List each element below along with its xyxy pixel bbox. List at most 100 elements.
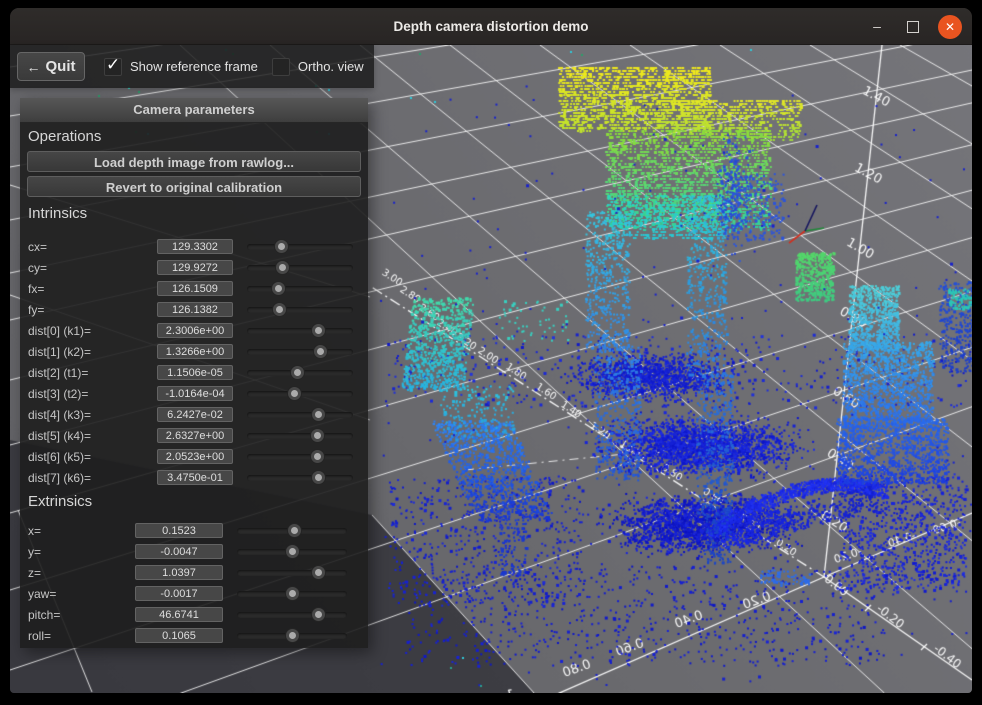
slider-knob[interactable]	[312, 471, 325, 484]
minimize-button[interactable]: –	[866, 16, 888, 38]
show-reference-frame-checkbox[interactable]	[104, 58, 122, 76]
param-slider[interactable]	[247, 282, 353, 295]
param-slider[interactable]	[247, 408, 353, 421]
param-value-input[interactable]: -0.0047	[135, 544, 223, 559]
slider-knob[interactable]	[312, 566, 325, 579]
param-row-z: z=1.0397	[20, 562, 368, 583]
param-slider[interactable]	[247, 303, 353, 316]
param-value-input[interactable]: 1.1506e-05	[157, 365, 233, 380]
param-slider[interactable]	[237, 608, 347, 621]
slider-track[interactable]	[247, 412, 353, 418]
slider-track[interactable]	[247, 286, 353, 292]
param-slider[interactable]	[247, 366, 353, 379]
section-intrinsics: Intrinsics	[20, 200, 368, 224]
param-slider[interactable]	[237, 524, 347, 537]
slider-track[interactable]	[247, 307, 353, 313]
param-value-input[interactable]: 1.0397	[135, 565, 223, 580]
slider-track[interactable]	[247, 265, 353, 271]
param-value-input[interactable]: 2.6327e+00	[157, 428, 233, 443]
slider-track[interactable]	[247, 328, 353, 334]
param-value-input[interactable]: 129.9272	[157, 260, 233, 275]
slider-knob[interactable]	[291, 366, 304, 379]
param-row-dist0k1: dist[0] (k1)=2.3006e+00	[20, 320, 368, 341]
param-value-input[interactable]: 2.0523e+00	[157, 449, 233, 464]
slider-track[interactable]	[237, 570, 347, 576]
slider-track[interactable]	[247, 244, 353, 250]
slider-knob[interactable]	[311, 429, 324, 442]
param-label: dist[7] (k6)=	[28, 471, 157, 485]
param-slider[interactable]	[237, 545, 347, 558]
param-row-cx: cx=129.3302	[20, 236, 368, 257]
param-slider[interactable]	[247, 240, 353, 253]
param-row-dist7k6: dist[7] (k6)=3.4750e-01	[20, 467, 368, 488]
ortho-view-checkbox[interactable]	[272, 58, 290, 76]
slider-knob[interactable]	[311, 450, 324, 463]
slider-track[interactable]	[237, 612, 347, 618]
param-slider[interactable]	[237, 629, 347, 642]
slider-knob[interactable]	[312, 608, 325, 621]
window-controls: – ✕	[866, 8, 962, 45]
param-row-fy: fy=126.1382	[20, 299, 368, 320]
param-slider[interactable]	[247, 324, 353, 337]
operations-buttons: Load depth image from rawlog... Revert to…	[20, 151, 368, 197]
maximize-button[interactable]	[902, 16, 924, 38]
param-row-dist5k4: dist[5] (k4)=2.6327e+00	[20, 425, 368, 446]
slider-knob[interactable]	[312, 324, 325, 337]
param-slider[interactable]	[247, 387, 353, 400]
param-value-input[interactable]: 1.3266e+00	[157, 344, 233, 359]
param-value-input[interactable]: 2.3006e+00	[157, 323, 233, 338]
slider-knob[interactable]	[314, 345, 327, 358]
ortho-view-label: Ortho. view	[298, 59, 364, 74]
param-row-y: y=-0.0047	[20, 541, 368, 562]
panel-title[interactable]: Camera parameters	[20, 98, 368, 123]
param-label: y=	[28, 545, 135, 559]
slider-knob[interactable]	[273, 303, 286, 316]
param-row-fx: fx=126.1509	[20, 278, 368, 299]
param-slider[interactable]	[247, 345, 353, 358]
param-value-input[interactable]: -0.0017	[135, 586, 223, 601]
param-slider[interactable]	[237, 587, 347, 600]
slider-knob[interactable]	[275, 240, 288, 253]
extrinsics-rows: x=0.1523y=-0.0047z=1.0397yaw=-0.0017pitc…	[20, 520, 368, 646]
param-row-dist6k5: dist[6] (k5)=2.0523e+00	[20, 446, 368, 467]
param-label: dist[6] (k5)=	[28, 450, 157, 464]
param-value-input[interactable]: 6.2427e-02	[157, 407, 233, 422]
slider-knob[interactable]	[288, 524, 301, 537]
param-slider[interactable]	[247, 429, 353, 442]
param-label: dist[3] (t2)=	[28, 387, 157, 401]
param-slider[interactable]	[237, 566, 347, 579]
param-slider[interactable]	[247, 450, 353, 463]
param-label: yaw=	[28, 587, 135, 601]
slider-knob[interactable]	[276, 261, 289, 274]
param-value-input[interactable]: 126.1509	[157, 281, 233, 296]
quit-button[interactable]: ← Quit	[17, 52, 85, 81]
slider-track[interactable]	[247, 349, 353, 355]
param-row-dist3t2: dist[3] (t2)=-1.0164e-04	[20, 383, 368, 404]
param-label: z=	[28, 566, 135, 580]
param-value-input[interactable]: 129.3302	[157, 239, 233, 254]
slider-knob[interactable]	[288, 387, 301, 400]
slider-knob[interactable]	[286, 545, 299, 558]
param-label: dist[5] (k4)=	[28, 429, 157, 443]
param-value-input[interactable]: 0.1523	[135, 523, 223, 538]
slider-track[interactable]	[247, 454, 353, 460]
slider-track[interactable]	[247, 475, 353, 481]
close-button[interactable]: ✕	[938, 15, 962, 39]
slider-knob[interactable]	[312, 408, 325, 421]
param-value-input[interactable]: -1.0164e-04	[157, 386, 233, 401]
param-slider[interactable]	[247, 261, 353, 274]
param-value-input[interactable]: 0.1065	[135, 628, 223, 643]
slider-track[interactable]	[247, 433, 353, 439]
param-value-input[interactable]: 3.4750e-01	[157, 470, 233, 485]
app-window: Depth camera distortion demo – ✕ ← Quit …	[10, 8, 972, 693]
slider-knob[interactable]	[272, 282, 285, 295]
param-slider[interactable]	[247, 471, 353, 484]
param-value-input[interactable]: 126.1382	[157, 302, 233, 317]
param-row-yaw: yaw=-0.0017	[20, 583, 368, 604]
viewport-3d: ← Quit Show reference frame Ortho. view …	[10, 45, 972, 693]
revert-calibration-button[interactable]: Revert to original calibration	[27, 176, 361, 197]
slider-knob[interactable]	[286, 587, 299, 600]
slider-knob[interactable]	[286, 629, 299, 642]
param-value-input[interactable]: 46.6741	[135, 607, 223, 622]
load-depth-image-button[interactable]: Load depth image from rawlog...	[27, 151, 361, 172]
